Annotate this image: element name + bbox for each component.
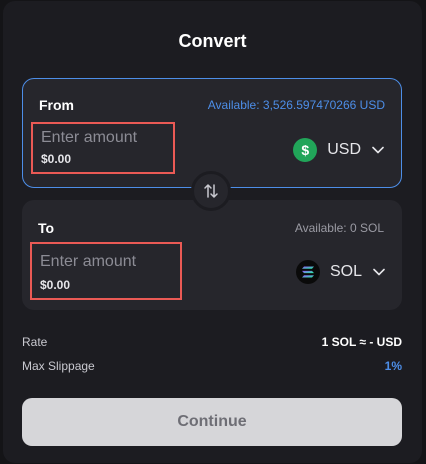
to-amount-placeholder[interactable]: Enter amount <box>40 253 136 271</box>
to-amount-input[interactable]: Enter amount $0.00 <box>30 242 182 300</box>
from-amount-fiat: $0.00 <box>41 152 72 166</box>
from-asset-name: USD <box>327 141 361 158</box>
from-amount-input[interactable]: Enter amount $0.00 <box>31 122 175 174</box>
to-card: To Available: 0 SOL Enter amount $0.00 S… <box>22 200 402 310</box>
to-asset-name: SOL <box>329 263 362 280</box>
to-available: Available: 0 SOL <box>294 221 384 235</box>
slippage-label: Max Slippage <box>22 359 95 373</box>
rate-value: 1 SOL ≈ - USD <box>321 335 402 349</box>
to-label: To <box>38 220 55 236</box>
chevron-down-icon <box>372 146 384 154</box>
from-amount-placeholder[interactable]: Enter amount <box>41 129 137 147</box>
slippage-value[interactable]: 1% <box>385 359 402 373</box>
to-asset-selector[interactable]: SOL <box>295 260 386 284</box>
from-available[interactable]: Available: 3,526.597470266 USD <box>208 98 385 112</box>
chevron-down-icon <box>373 268 385 276</box>
from-label: From <box>39 97 74 113</box>
rate-label: Rate <box>22 335 48 349</box>
to-amount-fiat: $0.00 <box>40 278 71 292</box>
modal-title: Convert <box>178 31 247 51</box>
continue-button[interactable]: Continue <box>22 398 402 446</box>
usd-coin-icon: $ <box>293 138 318 162</box>
swap-button[interactable] <box>191 171 231 211</box>
from-asset-selector[interactable]: $ USD <box>293 138 385 162</box>
swap-arrows-icon <box>204 184 218 198</box>
solana-icon <box>295 260 320 284</box>
